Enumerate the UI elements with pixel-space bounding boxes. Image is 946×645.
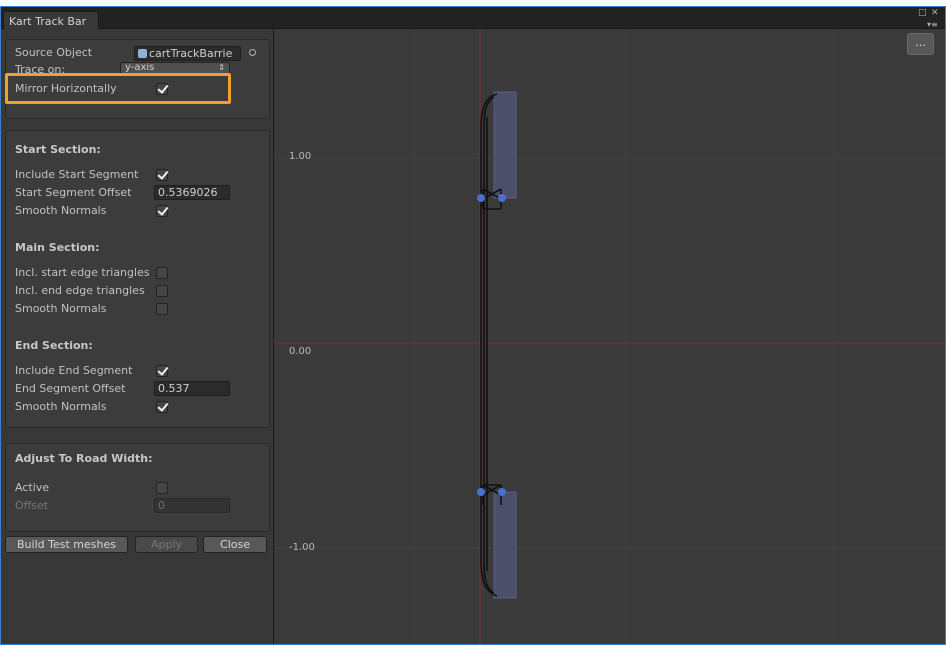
include-end-segment-label: Include End Segment	[15, 364, 133, 377]
start-segment-offset-field[interactable]: 0.5369026	[154, 185, 230, 200]
close-icon[interactable]: ✕	[931, 9, 939, 18]
end-segment-region	[493, 491, 517, 599]
end-segment-offset-label: End Segment Offset	[15, 382, 126, 395]
road-width-box: Adjust To Road Width: Active Offset 0	[5, 443, 270, 532]
highlight-box	[5, 73, 231, 104]
include-start-segment-checkbox[interactable]	[156, 169, 168, 181]
trace-on-value: y-axis	[125, 62, 155, 73]
main-smooth-normals-checkbox[interactable]	[156, 303, 168, 315]
preview-viewport[interactable]: 1.00 0.00 -1.00 ...	[275, 29, 945, 644]
window-menu-icon[interactable]: ▾≡	[927, 20, 938, 29]
incl-start-edge-triangles-label: Incl. start edge triangles	[15, 266, 150, 279]
object-picker-icon[interactable]	[249, 49, 256, 56]
more-options-button[interactable]: ...	[907, 33, 934, 55]
active-checkbox[interactable]	[156, 482, 168, 494]
maximize-icon[interactable]: □	[918, 9, 927, 18]
main-section-header: Main Section:	[15, 241, 100, 254]
sections-box: Start Section: Include Start Segment Sta…	[5, 130, 270, 428]
editor-window: Kart Track Bar □ ✕ ▾≡ Source Object cart…	[0, 6, 946, 645]
incl-end-edge-triangles-checkbox[interactable]	[156, 285, 168, 297]
dropdown-arrow-icon: ⇕	[218, 63, 225, 72]
start-smooth-normals-label: Smooth Normals	[15, 204, 107, 217]
grid-lines	[275, 29, 945, 644]
start-smooth-normals-checkbox[interactable]	[156, 205, 168, 217]
start-segment-region	[493, 91, 517, 199]
preview-canvas	[275, 29, 945, 644]
incl-end-edge-triangles-label: Incl. end edge triangles	[15, 284, 145, 297]
source-object-field[interactable]: cartTrackBarrie	[134, 46, 241, 61]
tab-kart-track-bar[interactable]: Kart Track Bar	[3, 11, 99, 30]
road-offset-field[interactable]: 0	[154, 498, 230, 513]
include-start-segment-label: Include Start Segment	[15, 168, 139, 181]
apply-button[interactable]: Apply	[135, 536, 198, 553]
axis-label-top: 1.00	[289, 151, 312, 162]
road-offset-label: Offset	[15, 499, 49, 512]
incl-start-edge-triangles-checkbox[interactable]	[156, 267, 168, 279]
settings-panel: Source Object cartTrackBarrie Trace on: …	[1, 29, 274, 644]
road-width-header: Adjust To Road Width:	[15, 452, 153, 465]
mesh-icon	[138, 49, 147, 58]
build-test-meshes-button[interactable]: Build Test meshes	[5, 536, 128, 553]
main-smooth-normals-label: Smooth Normals	[15, 302, 107, 315]
include-end-segment-checkbox[interactable]	[156, 365, 168, 377]
source-object-value: cartTrackBarrie	[149, 47, 233, 60]
tab-bar: Kart Track Bar □ ✕ ▾≡	[1, 7, 945, 30]
source-object-label: Source Object	[15, 46, 93, 59]
axis-label-bottom: -1.00	[289, 542, 315, 553]
axis-label-middle: 0.00	[289, 346, 312, 357]
start-segment-offset-label: Start Segment Offset	[15, 186, 132, 199]
end-segment-offset-field[interactable]: 0.537	[154, 381, 230, 396]
start-section-header: Start Section:	[15, 143, 101, 156]
end-section-header: End Section:	[15, 339, 93, 352]
close-button[interactable]: Close	[203, 536, 267, 553]
end-smooth-normals-label: Smooth Normals	[15, 400, 107, 413]
end-smooth-normals-checkbox[interactable]	[156, 401, 168, 413]
active-label: Active	[15, 481, 50, 494]
